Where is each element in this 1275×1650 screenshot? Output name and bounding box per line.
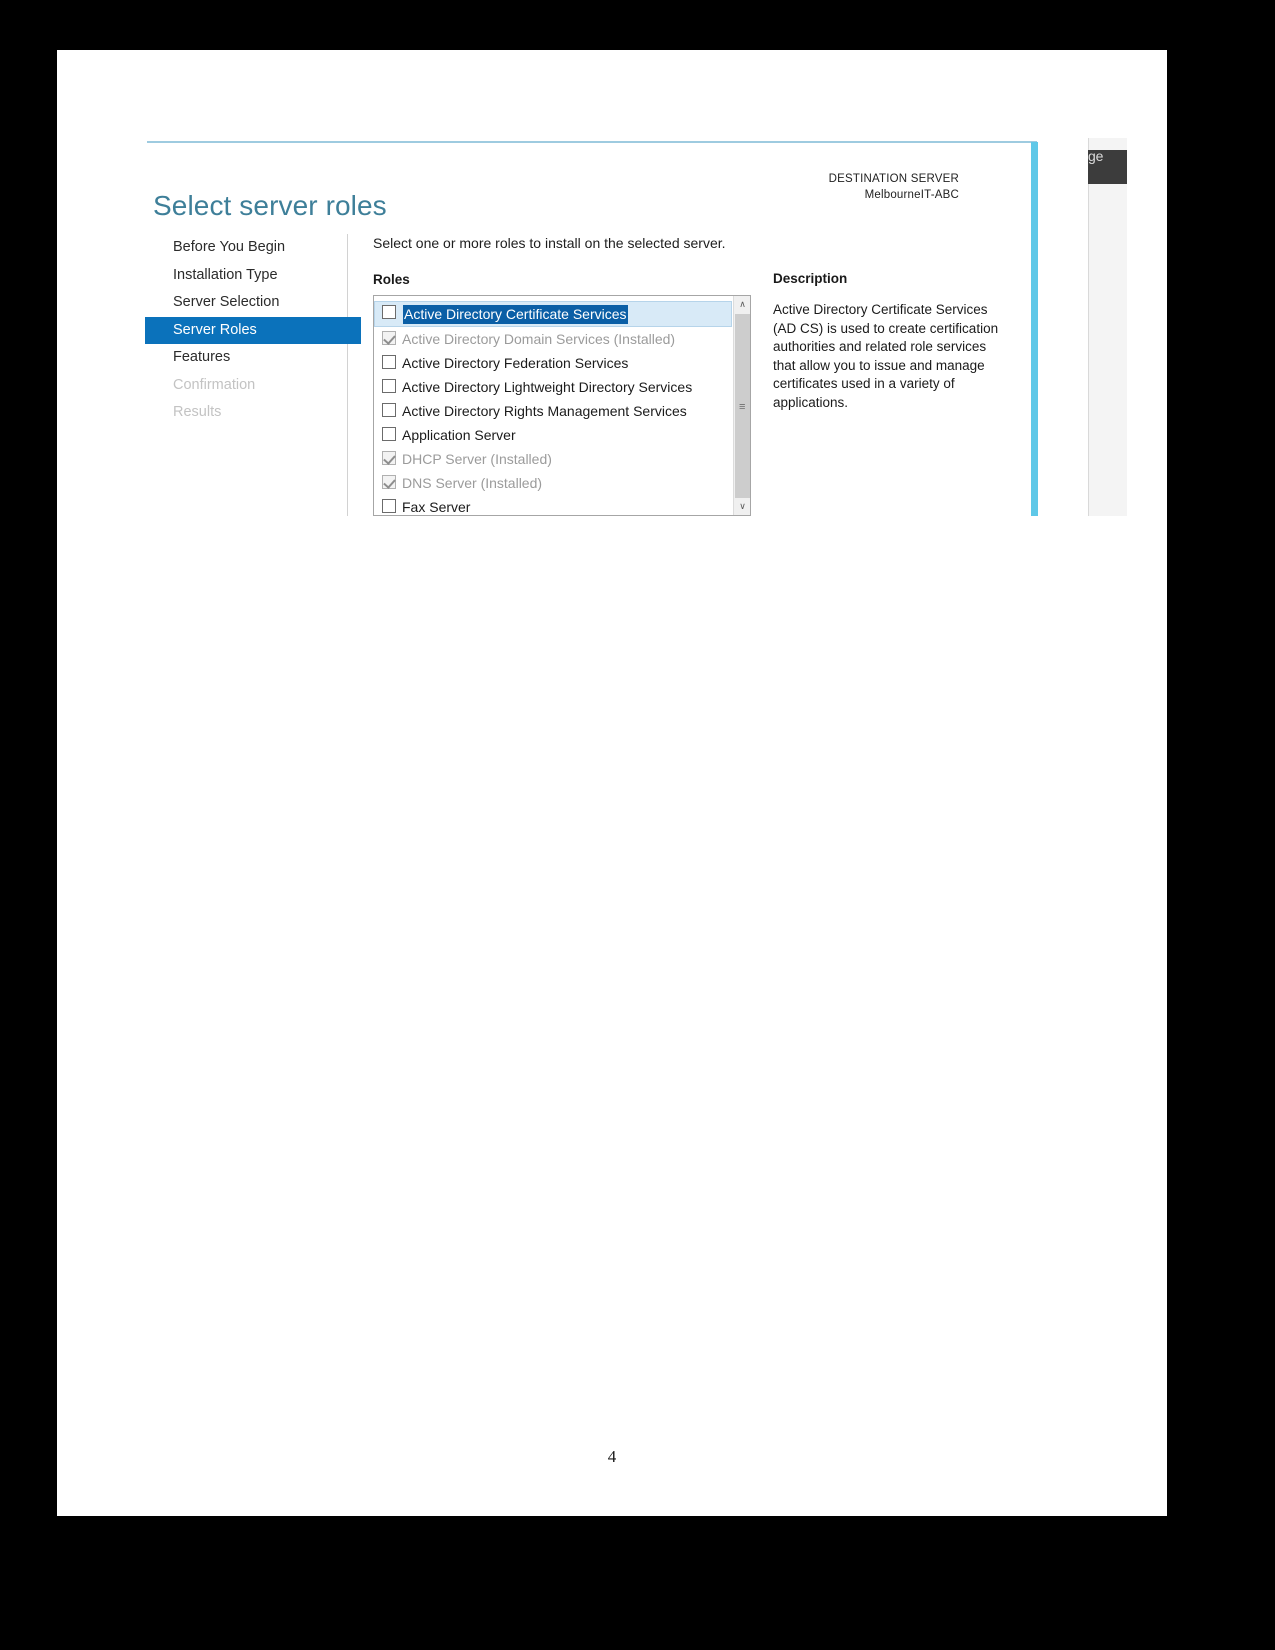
role-list-item[interactable]: Active Directory Rights Management Servi… [374, 399, 732, 423]
role-label: Active Directory Domain Services (Instal… [402, 331, 676, 347]
document-page-sheet: ge Select server roles DESTINATION SERVE… [57, 50, 1167, 1516]
description-text: Active Directory Certificate Services (A… [773, 302, 999, 410]
role-label: Active Directory Federation Services [402, 355, 629, 371]
scrollbar-thumb[interactable]: ≡ [735, 314, 750, 499]
role-list-item[interactable]: Active Directory Certificate Services [374, 301, 732, 327]
scanned-page-frame: ge Select server roles DESTINATION SERVE… [0, 0, 1275, 1650]
destination-server-block: DESTINATION SERVER MelbourneIT-ABC [829, 172, 959, 203]
checkbox-unchecked-icon[interactable] [382, 305, 396, 319]
nav-item-before-you-begin[interactable]: Before You Begin [145, 234, 361, 261]
role-list-item[interactable]: Application Server [374, 423, 732, 447]
role-list-item[interactable]: Active Directory Federation Services [374, 351, 732, 375]
description-column-header: Description [773, 271, 848, 286]
checkbox-checked-icon[interactable] [382, 331, 396, 345]
role-list-item[interactable]: DHCP Server (Installed) [374, 447, 732, 471]
scrollbar-grip-icon: ≡ [739, 400, 746, 413]
nav-item-server-roles[interactable]: Server Roles [145, 316, 361, 344]
instruction-text: Select one or more roles to install on t… [373, 235, 726, 251]
role-label: Application Server [402, 427, 516, 443]
checkbox-unchecked-icon[interactable] [382, 355, 396, 369]
checkbox-unchecked-icon[interactable] [382, 499, 396, 513]
role-list-item[interactable]: DNS Server (Installed) [374, 471, 732, 495]
add-roles-and-features-wizard: Select server roles DESTINATION SERVER M… [145, 138, 1039, 516]
page-title: Select server roles [153, 189, 387, 221]
wizard-screenshot-region: ge Select server roles DESTINATION SERVE… [145, 138, 1127, 516]
role-label: DNS Server (Installed) [402, 475, 543, 491]
role-list-item[interactable]: Fax Server [374, 495, 732, 515]
nav-item-confirmation: Confirmation [173, 376, 256, 393]
wizard-top-divider [147, 141, 1037, 143]
roles-list[interactable]: Active Directory Certificate Services Act… [374, 301, 732, 515]
role-label: DHCP Server (Installed) [402, 451, 552, 467]
destination-server-label: DESTINATION SERVER [828, 173, 959, 185]
role-label: Active Directory Lightweight Directory S… [402, 379, 693, 395]
wizard-accent-edge [1031, 142, 1038, 516]
checkbox-unchecked-icon[interactable] [382, 379, 396, 393]
nav-item-server-selection[interactable]: Server Selection [145, 289, 361, 316]
nav-item-features[interactable]: Features [145, 344, 361, 371]
scroll-down-arrow-icon[interactable]: ∨ [734, 498, 750, 515]
destination-server-name: MelbourneIT-ABC [864, 188, 959, 201]
checkbox-unchecked-icon[interactable] [382, 403, 396, 417]
checkbox-unchecked-icon[interactable] [382, 427, 396, 441]
roles-list-scrollbar[interactable]: ∧ ≡ ∨ [733, 296, 750, 515]
wizard-step-nav: Before You Begin Installation Type Server … [145, 234, 361, 516]
role-list-item[interactable]: Active Directory Lightweight Directory S… [374, 375, 732, 399]
role-label: Active Directory Rights Management Servi… [402, 403, 687, 419]
nav-item-results: Results [173, 404, 222, 420]
background-server-manager-window [1088, 138, 1127, 516]
checkbox-checked-icon[interactable] [382, 451, 396, 465]
role-list-item[interactable]: Active Directory Domain Services (Instal… [374, 327, 732, 351]
role-label: Active Directory Certificate Services [403, 305, 628, 324]
roles-list-box[interactable]: Active Directory Certificate Services Act… [373, 295, 751, 516]
background-window-titlebar: ge [1088, 150, 1127, 184]
scroll-up-arrow-icon[interactable]: ∧ [734, 296, 750, 313]
checkbox-checked-icon[interactable] [382, 475, 396, 489]
nav-item-installation-type[interactable]: Installation Type [145, 262, 361, 289]
role-label: Fax Server [402, 499, 471, 515]
page-number: 4 [607, 1447, 617, 1466]
background-window-menu-text: ge [1088, 150, 1104, 164]
roles-column-header: Roles [373, 272, 410, 287]
